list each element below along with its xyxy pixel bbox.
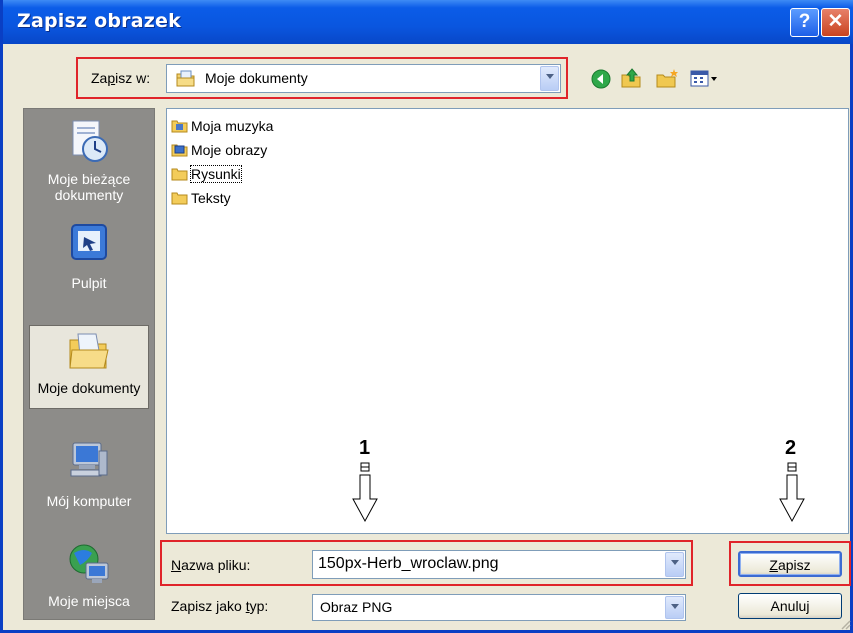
save-dialog: Zapisz obrazek ? ✕ Zapisz w: Moje dokume…: [0, 0, 853, 633]
title-bar[interactable]: Zapisz obrazek ? ✕: [3, 0, 853, 44]
new-folder-icon[interactable]: [655, 67, 681, 89]
place-network-label: Moje miejsca: [48, 593, 130, 609]
help-button[interactable]: ?: [790, 8, 819, 37]
place-recent-documents[interactable]: Moje bieżące dokumenty: [24, 113, 154, 217]
filename-value: 150px-Herb_wroclaw.png: [318, 555, 499, 572]
arrow-down-icon: [352, 462, 378, 523]
filename-input[interactable]: 150px-Herb_wroclaw.png: [312, 550, 686, 579]
filetype-dropdown-button[interactable]: [665, 596, 684, 619]
arrow-down-icon: [779, 462, 805, 523]
cancel-button[interactable]: Anuluj: [738, 593, 842, 619]
desktop-icon: [71, 224, 107, 260]
place-desktop[interactable]: Pulpit: [24, 221, 154, 299]
my-documents-small-icon: [176, 70, 195, 87]
resize-grip-icon[interactable]: [839, 618, 851, 630]
list-item[interactable]: Teksty: [171, 187, 231, 209]
list-item[interactable]: Rysunki: [171, 163, 242, 185]
lookin-combo[interactable]: Moje dokumenty: [166, 64, 561, 93]
back-icon[interactable]: [590, 68, 612, 90]
my-documents-icon: [69, 333, 109, 369]
lookin-label: Zapisz w:: [91, 70, 151, 86]
filename-dropdown-button[interactable]: [665, 552, 684, 577]
window-title: Zapisz obrazek: [17, 10, 181, 32]
up-folder-icon[interactable]: [619, 67, 643, 89]
filetype-label: Zapisz jako typ:: [171, 598, 269, 614]
file-list[interactable]: Moja muzyka Moje obrazy Rysunki Teksty 1…: [166, 108, 849, 534]
filename-label: Nazwa pliku:: [171, 557, 251, 573]
pictures-folder-icon: [171, 144, 188, 157]
place-desktop-label: Pulpit: [71, 275, 107, 291]
place-recent-label-2: dokumenty: [54, 187, 124, 203]
list-item[interactable]: Moja muzyka: [171, 115, 273, 137]
places-bar: Moje bieżące dokumenty Pulpit Moje dokum…: [23, 108, 155, 620]
lookin-value: Moje dokumenty: [205, 70, 308, 86]
folder-icon: [171, 168, 188, 181]
annotation-number-2: 2: [785, 437, 797, 459]
close-button[interactable]: ✕: [821, 8, 850, 37]
place-network[interactable]: Moje miejsca: [24, 537, 154, 619]
filetype-select[interactable]: Obraz PNG: [312, 594, 686, 621]
folder-icon: [171, 192, 188, 205]
network-places-icon: [69, 544, 109, 583]
list-item[interactable]: Moje obrazy: [171, 139, 267, 161]
my-computer-icon: [70, 442, 108, 477]
place-my-documents-label: Moje dokumenty: [37, 380, 141, 396]
recent-documents-icon: [72, 120, 108, 162]
save-button[interactable]: Zapisz: [738, 551, 842, 577]
place-my-computer-label: Mój komputer: [46, 493, 132, 509]
filetype-value: Obraz PNG: [320, 599, 393, 615]
place-recent-label-1: Moje bieżące: [47, 171, 131, 187]
lookin-dropdown-button[interactable]: [540, 66, 559, 91]
annotation-number-1: 1: [359, 437, 371, 459]
view-menu-icon[interactable]: [689, 68, 719, 90]
place-my-computer[interactable]: Mój komputer: [24, 437, 154, 513]
place-my-documents[interactable]: Moje dokumenty: [29, 325, 149, 409]
music-folder-icon: [171, 120, 188, 133]
